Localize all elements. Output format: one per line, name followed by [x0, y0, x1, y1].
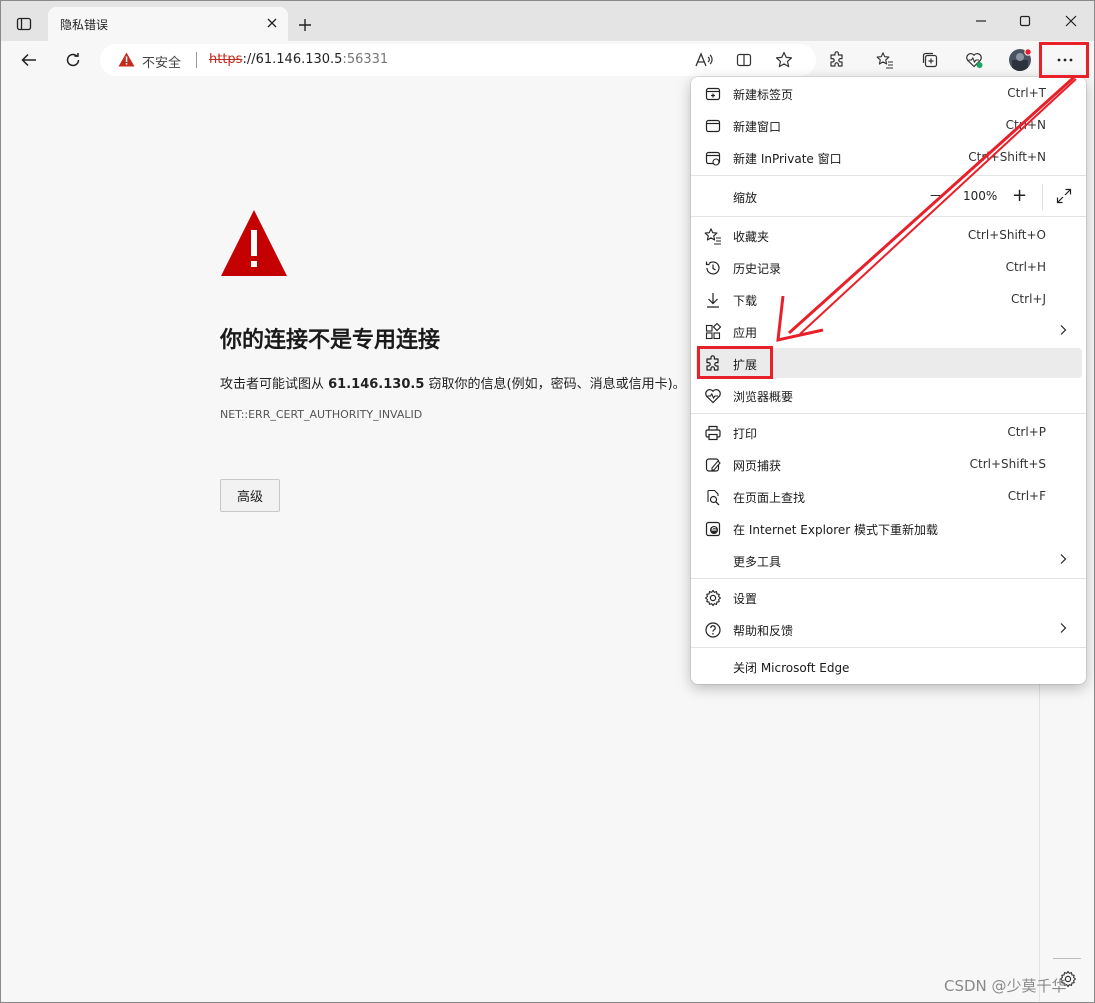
annotation-arrow	[776, 74, 1077, 342]
